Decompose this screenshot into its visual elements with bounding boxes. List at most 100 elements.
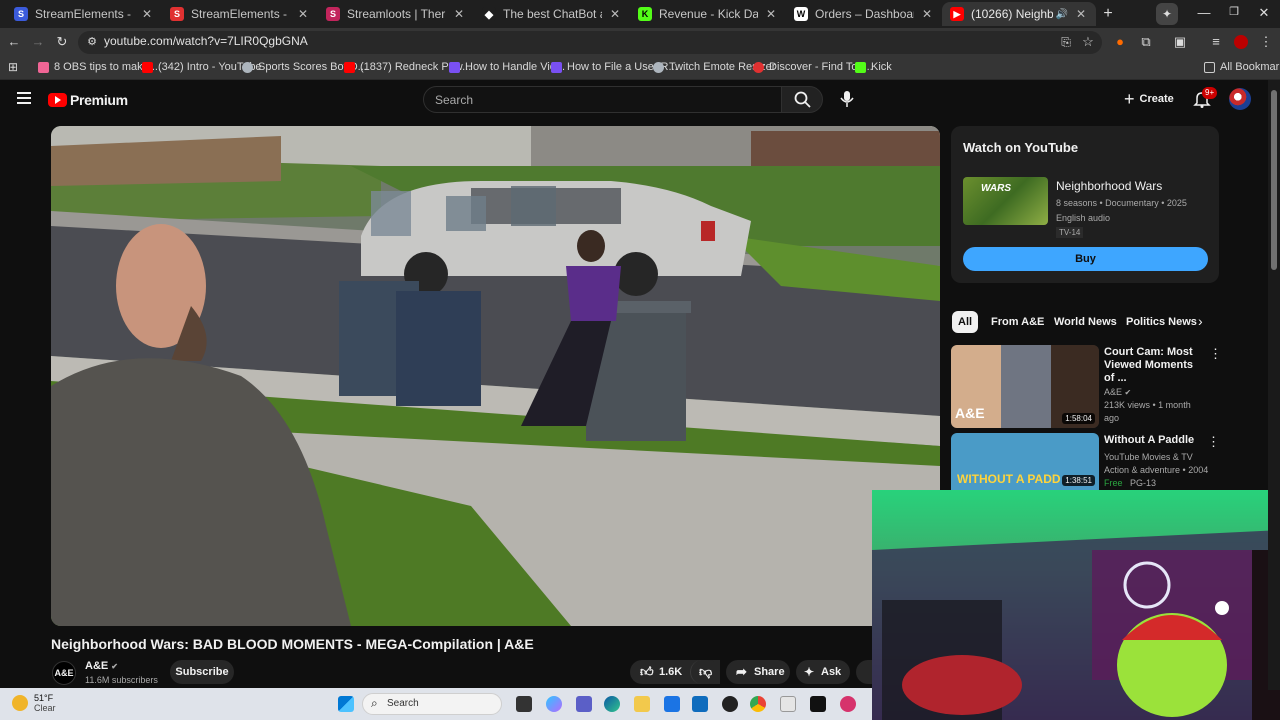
- sidepanel-icon[interactable]: ▣: [1172, 34, 1188, 50]
- show-thumbnail[interactable]: WARS: [963, 177, 1048, 225]
- apps-grid-icon[interactable]: ⊞: [8, 60, 18, 74]
- share-button[interactable]: ➦ Share: [726, 660, 790, 684]
- copilot-icon[interactable]: [546, 696, 562, 712]
- edge-icon[interactable]: [604, 696, 620, 712]
- microphone-icon: [840, 91, 854, 107]
- more-options-icon[interactable]: ⋮: [1209, 346, 1222, 362]
- subscribe-button[interactable]: Subscribe: [170, 660, 234, 684]
- taskbar-search[interactable]: ⌕ Search: [362, 693, 502, 715]
- sparkle-icon[interactable]: ✦: [1156, 3, 1178, 25]
- ae-thumbnail-logo: A&E: [955, 405, 985, 421]
- chrome-icon[interactable]: [750, 696, 766, 712]
- video-player[interactable]: [51, 126, 940, 626]
- buy-button[interactable]: Buy: [963, 247, 1208, 271]
- ask-button[interactable]: ✦ Ask: [796, 660, 850, 684]
- show-title[interactable]: Neighborhood Wars: [1056, 179, 1162, 193]
- browser-tab[interactable]: S StreamElements - rippedredne ✕: [162, 2, 318, 26]
- bookmark-star-icon[interactable]: ☆: [1080, 34, 1096, 50]
- close-icon[interactable]: ✕: [1074, 7, 1088, 21]
- chevron-right-icon[interactable]: ›: [1198, 313, 1203, 329]
- tab-title: Revenue - Kick Dashboard: [659, 7, 758, 21]
- browser-tab[interactable]: W Orders – Dashboard ✕: [786, 2, 942, 26]
- close-icon[interactable]: ✕: [764, 7, 778, 21]
- maximize-icon[interactable]: ❐: [1224, 5, 1244, 18]
- file-explorer-icon[interactable]: [634, 696, 650, 712]
- app-icon[interactable]: [780, 696, 796, 712]
- back-icon[interactable]: ←: [6, 34, 22, 50]
- rec-thumbnail[interactable]: A&E 1:58:04: [951, 345, 1099, 428]
- new-tab-button[interactable]: +: [1098, 5, 1118, 23]
- user-avatar[interactable]: [1229, 88, 1251, 110]
- dislike-button[interactable]: 👎︎: [690, 660, 720, 684]
- cast-icon[interactable]: ⎘: [1058, 34, 1074, 50]
- extension-icon[interactable]: ●: [1112, 34, 1128, 50]
- channel-avatar[interactable]: A&E: [52, 661, 76, 685]
- browser-tab[interactable]: ◆ The best ChatBot and Widgets ✕: [474, 2, 630, 26]
- scrollbar-thumb[interactable]: [1271, 90, 1277, 270]
- save-button[interactable]: [856, 660, 872, 684]
- tab-title: Streamloots | Therippedredne: [347, 7, 446, 21]
- site-info-icon[interactable]: ⚙: [84, 34, 100, 50]
- browser-tab[interactable]: S Streamloots | Therippedredne ✕: [318, 2, 474, 26]
- all-bookmarks[interactable]: All Bookmarks: [1204, 61, 1280, 73]
- rec-channel-name: A&E: [1104, 387, 1123, 397]
- bookmark-favicon: [38, 61, 49, 73]
- bookmark-item[interactable]: Kick: [855, 61, 892, 73]
- minimize-icon[interactable]: —: [1194, 5, 1214, 20]
- windows-taskbar: 51°F Clear ⌕ Search: [0, 688, 872, 720]
- close-icon[interactable]: ✕: [452, 7, 466, 21]
- terminal-icon[interactable]: [810, 696, 826, 712]
- verified-icon: ✔: [111, 662, 118, 671]
- rec-channel: A&E ✔: [1104, 386, 1204, 399]
- app-icon[interactable]: [840, 696, 856, 712]
- close-icon[interactable]: ✕: [920, 7, 934, 21]
- notifications-button[interactable]: 9+: [1193, 87, 1218, 108]
- hamburger-menu-icon[interactable]: [17, 92, 31, 104]
- search-button[interactable]: [781, 86, 823, 113]
- kick-icon: K: [638, 7, 652, 21]
- teams-icon[interactable]: [576, 696, 592, 712]
- rec-info[interactable]: Without A Paddle YouTube Movies & TV Act…: [1104, 434, 1214, 490]
- weather-temp: 51°F: [34, 693, 54, 703]
- search-input[interactable]: Search: [423, 86, 782, 113]
- bookmark-item[interactable]: 8 OBS tips to make...: [38, 61, 158, 73]
- streamloots-icon: S: [326, 7, 340, 21]
- weather-widget[interactable]: 51°F Clear: [34, 693, 56, 713]
- chip-all[interactable]: All: [952, 311, 979, 333]
- media-icon[interactable]: ≡: [1208, 34, 1224, 50]
- browser-tab[interactable]: K Revenue - Kick Dashboard ✕: [630, 2, 786, 26]
- browser-tab[interactable]: S StreamElements - Overlays ✕: [6, 2, 162, 26]
- task-view-icon[interactable]: [516, 696, 532, 712]
- browser-tab-active[interactable]: ▶ (10266) Neighborhood Wa 🔊 ✕: [942, 2, 1096, 26]
- chip-from-ae[interactable]: From A&E: [985, 311, 1050, 333]
- close-icon[interactable]: ✕: [296, 7, 310, 21]
- twitch-icon: [551, 61, 562, 73]
- close-icon[interactable]: ✕: [608, 7, 622, 21]
- menu-kebab-icon[interactable]: ⋮: [1258, 34, 1274, 50]
- url-text[interactable]: youtube.com/watch?v=7LIR0QgbGNA: [104, 34, 308, 48]
- create-button[interactable]: + Create: [1124, 90, 1174, 108]
- rec-info[interactable]: Court Cam: Most Viewed Moments of ... A&…: [1104, 346, 1204, 425]
- logo-text: Premium: [70, 92, 128, 108]
- chip-politics-news[interactable]: Politics News: [1120, 311, 1203, 333]
- weather-moon-icon[interactable]: [12, 695, 28, 711]
- obs-icon[interactable]: [722, 696, 738, 712]
- extensions-puzzle-icon[interactable]: ⧉: [1138, 34, 1154, 50]
- windows-start-icon[interactable]: [338, 696, 354, 712]
- outlook-icon[interactable]: [692, 696, 708, 712]
- speaker-icon[interactable]: 🔊: [1056, 9, 1068, 20]
- close-icon[interactable]: ✕: [140, 7, 154, 21]
- voice-search-button[interactable]: [836, 88, 858, 110]
- forward-icon[interactable]: →: [30, 34, 46, 50]
- reload-icon[interactable]: ↻: [54, 34, 70, 50]
- bookmark-item[interactable]: How to Handle Vie...: [449, 61, 565, 73]
- close-window-icon[interactable]: ✕: [1254, 5, 1274, 21]
- more-options-icon[interactable]: ⋮: [1207, 434, 1220, 450]
- rec-thumbnail[interactable]: WITHOUT A PADD 1:38:51: [951, 433, 1099, 490]
- store-icon[interactable]: [664, 696, 680, 712]
- plus-icon: +: [1124, 89, 1135, 109]
- profile-avatar[interactable]: [1234, 35, 1248, 49]
- chip-world-news[interactable]: World News: [1048, 311, 1123, 333]
- youtube-logo[interactable]: Premium: [48, 92, 128, 108]
- channel-name[interactable]: A&E ✔: [85, 660, 118, 672]
